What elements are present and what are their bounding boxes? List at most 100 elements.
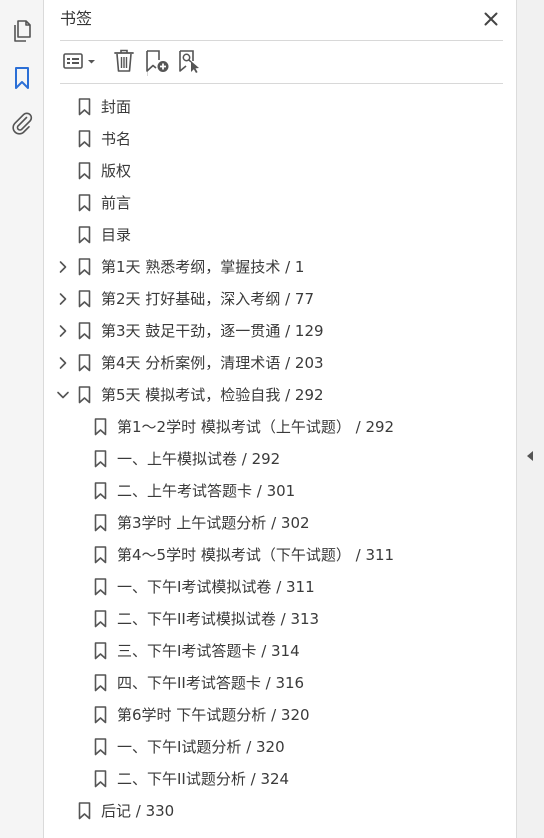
paperclip-icon — [10, 111, 34, 139]
bookmark-label: 前言 — [101, 194, 132, 212]
bookmark-tree: 封面书名版权前言目录第1天 熟悉考纲，掌握技术 / 1 第2天 打好基础，深入考纲… — [44, 91, 516, 827]
bookmark-label: 一、下午I试题分析 / 320 — [117, 738, 285, 756]
chevron-right-icon[interactable] — [56, 356, 70, 370]
bookmark-label: 第5天 模拟考试，检验自我 / 292 — [101, 386, 324, 404]
bookmark-item[interactable]: 第3学时 上午试题分析 / 302 — [44, 507, 516, 539]
page-thumbnails-button[interactable] — [6, 17, 38, 49]
delete-bookmark-button[interactable] — [112, 48, 136, 78]
bookmark-icon — [77, 162, 91, 180]
bookmarks-panel-button[interactable] — [6, 64, 38, 96]
panel-splitter[interactable] — [516, 0, 544, 838]
bookmark-item[interactable]: 一、下午I考试模拟试卷 / 311 — [44, 571, 516, 603]
bookmark-item[interactable]: 第1～2学时 模拟考试（上午试题） / 292 — [44, 411, 516, 443]
panel-header: 书签 — [44, 0, 516, 40]
bookmark-item[interactable]: 一、上午模拟试卷 / 292 — [44, 443, 516, 475]
bookmark-item[interactable]: 目录 — [44, 219, 516, 251]
toolbar-divider — [60, 83, 503, 84]
bookmark-label: 第1天 熟悉考纲，掌握技术 / 1 — [101, 258, 305, 276]
bookmark-icon — [77, 194, 91, 212]
options-menu-button[interactable] — [62, 48, 98, 78]
bookmark-item[interactable]: 四、下午II考试答题卡 / 316 — [44, 667, 516, 699]
bookmark-label: 二、上午考试答题卡 / 301 — [117, 482, 296, 500]
bookmark-icon — [93, 578, 107, 596]
panel-title: 书签 — [60, 9, 93, 28]
bookmark-icon — [77, 322, 91, 340]
bookmark-icon — [93, 546, 107, 564]
bookmark-icon — [93, 418, 107, 436]
bookmark-icon — [93, 482, 107, 500]
bookmark-item[interactable]: 一、下午I试题分析 / 320 — [44, 731, 516, 763]
bookmark-icon — [93, 770, 107, 788]
bookmark-label: 第6学时 下午试题分析 / 320 — [117, 706, 310, 724]
bookmark-item[interactable]: 第5天 模拟考试，检验自我 / 292 — [44, 379, 516, 411]
bookmark-item[interactable]: 二、下午II试题分析 / 324 — [44, 763, 516, 795]
bookmark-label: 书名 — [101, 130, 132, 148]
bookmark-label: 封面 — [101, 98, 132, 116]
bookmark-item[interactable]: 二、上午考试答题卡 / 301 — [44, 475, 516, 507]
bookmark-item[interactable]: 第4～5学时 模拟考试（下午试题） / 311 — [44, 539, 516, 571]
trash-icon — [113, 48, 135, 78]
bookmarks-toolbar — [56, 46, 503, 80]
bookmark-label: 第4天 分析案例，清理术语 / 203 — [101, 354, 324, 372]
bookmark-item[interactable]: 第6学时 下午试题分析 / 320 — [44, 699, 516, 731]
bookmark-label: 第4～5学时 模拟考试（下午试题） / 311 — [117, 546, 395, 564]
bookmark-label: 版权 — [101, 162, 132, 180]
bookmark-icon — [77, 354, 91, 372]
chevron-right-icon[interactable] — [56, 292, 70, 306]
add-bookmark-icon — [144, 48, 170, 78]
bookmark-item[interactable]: 第1天 熟悉考纲，掌握技术 / 1 — [44, 251, 516, 283]
navigation-rail — [0, 0, 44, 838]
bookmark-label: 后记 / 330 — [101, 802, 175, 820]
bookmark-item[interactable]: 版权 — [44, 155, 516, 187]
new-bookmark-button[interactable] — [144, 48, 170, 78]
bookmark-icon — [77, 258, 91, 276]
bookmark-icon — [77, 802, 91, 820]
bookmark-icon — [93, 610, 107, 628]
close-button[interactable] — [480, 9, 502, 31]
bookmark-item[interactable]: 后记 / 330 — [44, 795, 516, 827]
bookmarks-panel: 书签 封面 书名 版权 前言 目录 第1天 熟悉考纲，掌握技术 / 1 第2天 … — [44, 0, 516, 838]
bookmark-label: 四、下午II考试答题卡 / 316 — [117, 674, 305, 692]
bookmark-item[interactable]: 前言 — [44, 187, 516, 219]
bookmark-icon — [93, 706, 107, 724]
bookmark-label: 二、下午II考试模拟试卷 / 313 — [117, 610, 320, 628]
chevron-down-icon[interactable] — [56, 388, 70, 402]
find-current-bookmark-button[interactable] — [176, 48, 202, 78]
bookmark-label: 第3天 鼓足干劲，逐一贯通 / 129 — [101, 322, 324, 340]
bookmarks-window: 书签 封面 书名 版权 前言 目录 第1天 熟悉考纲，掌握技术 / 1 第2天 … — [0, 0, 544, 838]
bookmark-item[interactable]: 第3天 鼓足干劲，逐一贯通 / 129 — [44, 315, 516, 347]
list-options-icon — [62, 51, 98, 75]
bookmark-icon — [93, 450, 107, 468]
collapse-panel-button[interactable] — [525, 448, 535, 464]
bookmark-item[interactable]: 第2天 打好基础，深入考纲 / 77 — [44, 283, 516, 315]
bookmark-item[interactable]: 三、下午I考试答题卡 / 314 — [44, 635, 516, 667]
attachments-button[interactable] — [6, 109, 38, 141]
bookmark-label: 目录 — [101, 226, 132, 244]
chevron-right-icon[interactable] — [56, 260, 70, 274]
bookmark-item[interactable]: 二、下午II考试模拟试卷 / 313 — [44, 603, 516, 635]
chevron-right-icon[interactable] — [56, 324, 70, 338]
bookmark-label: 三、下午I考试答题卡 / 314 — [117, 642, 300, 660]
bookmark-icon — [77, 386, 91, 404]
bookmark-item[interactable]: 封面 — [44, 91, 516, 123]
bookmark-label: 二、下午II试题分析 / 324 — [117, 770, 290, 788]
bookmark-icon — [77, 130, 91, 148]
bookmark-icon — [12, 66, 32, 94]
bookmark-icon — [93, 514, 107, 532]
bookmark-item[interactable]: 书名 — [44, 123, 516, 155]
bookmark-label: 第3学时 上午试题分析 / 302 — [117, 514, 310, 532]
header-divider — [60, 40, 503, 41]
bookmark-label: 第1～2学时 模拟考试（上午试题） / 292 — [117, 418, 395, 436]
bookmark-icon — [93, 674, 107, 692]
bookmark-icon — [77, 98, 91, 116]
bookmark-label: 一、上午模拟试卷 / 292 — [117, 450, 281, 468]
find-current-bookmark-icon — [176, 48, 202, 78]
bookmark-icon — [93, 642, 107, 660]
triangle-left-icon — [526, 447, 534, 466]
bookmark-label: 一、下午I考试模拟试卷 / 311 — [117, 578, 315, 596]
bookmark-icon — [77, 226, 91, 244]
bookmark-icon — [93, 738, 107, 756]
bookmark-item[interactable]: 第4天 分析案例，清理术语 / 203 — [44, 347, 516, 379]
bookmark-label: 第2天 打好基础，深入考纲 / 77 — [101, 290, 314, 308]
close-icon — [484, 11, 498, 30]
